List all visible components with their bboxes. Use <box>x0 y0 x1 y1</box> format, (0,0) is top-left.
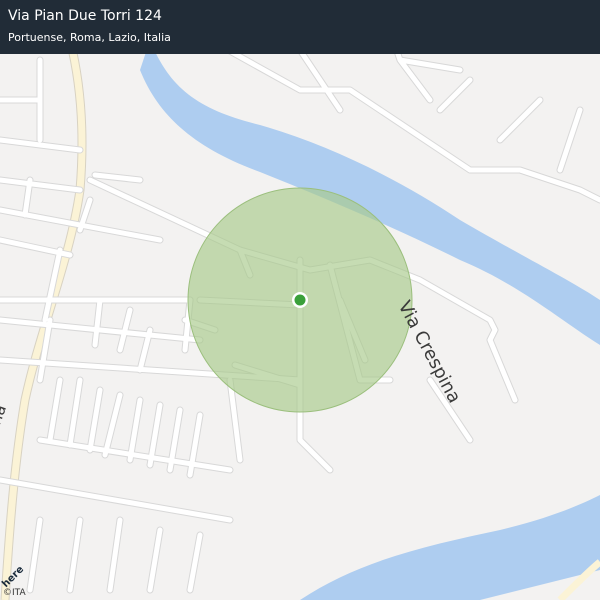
street-label-fragment-left: ina <box>0 402 10 431</box>
location-marker[interactable] <box>294 294 306 306</box>
river-south <box>300 495 600 600</box>
map-canvas[interactable]: Via Crespina ina te Via Pian Due Torri 1… <box>0 0 600 600</box>
copyright-text: ©ITA <box>3 588 26 598</box>
location-header: Via Pian Due Torri 124 Portuense, Roma, … <box>0 0 600 54</box>
street-label-via-crespina: Via Crespina <box>394 297 465 406</box>
address-subtitle: Portuense, Roma, Lazio, Italia <box>8 31 171 44</box>
map-layer: Via Crespina ina te <box>0 0 600 600</box>
address-title: Via Pian Due Torri 124 <box>8 8 162 24</box>
